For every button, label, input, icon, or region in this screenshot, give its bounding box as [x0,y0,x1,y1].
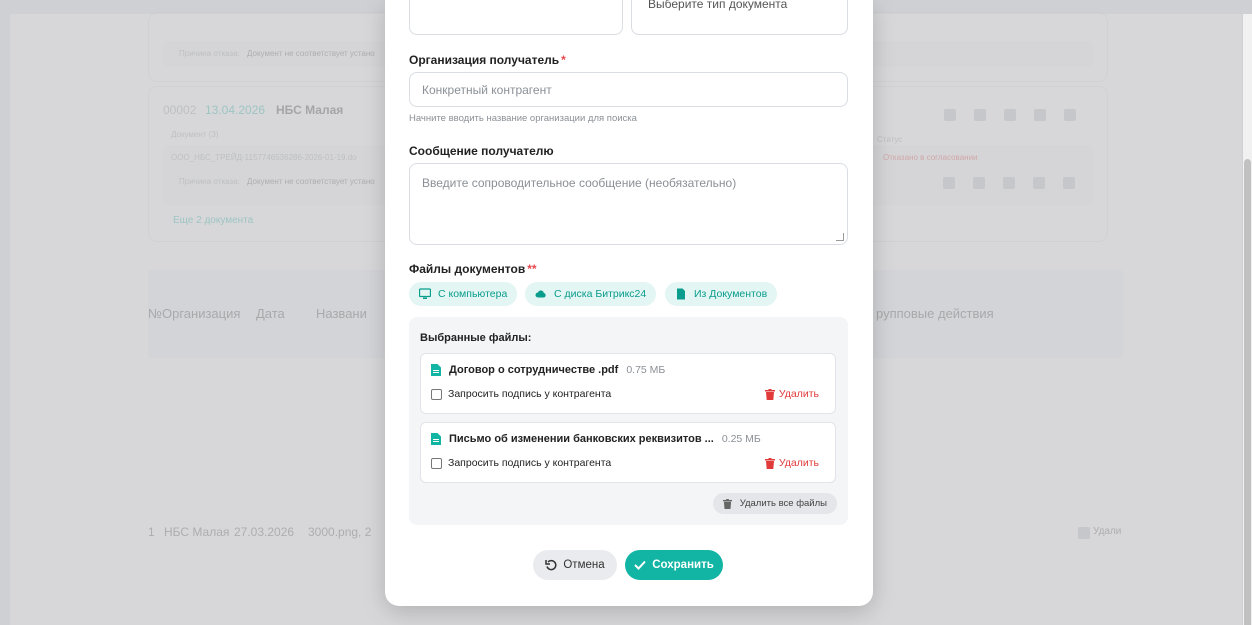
document-type-select[interactable]: Выберите тип документа [631,0,848,35]
resize-handle-icon[interactable] [836,233,844,241]
recipient-org-label: Организация получатель * [409,53,566,67]
trash-icon [764,388,775,400]
scrollbar-thumb[interactable] [1244,159,1251,625]
recipient-org-placeholder: Конкретный контрагент [422,83,552,97]
check-icon [634,560,646,570]
recipient-org-input[interactable]: Конкретный контрагент [409,72,848,107]
cloud-icon [535,290,546,298]
file-name-row: Договор о сотрудничестве .pdf 0.75 МБ [431,364,665,376]
trash-icon [764,457,775,469]
message-textarea[interactable]: Введите сопроводительное сообщение (необ… [409,163,848,245]
upload-from-computer-button[interactable]: С компьютера [409,282,518,306]
request-signature-label[interactable]: Запросить подпись у контрагента [448,388,611,400]
save-label: Сохранить [652,559,714,571]
delete-file-button[interactable]: Удалить [764,457,819,469]
page-scrollbar[interactable] [1243,14,1252,625]
cancel-button[interactable]: Отмена [533,550,617,580]
delete-file-label: Удалить [778,388,819,400]
monitor-icon [419,288,431,299]
upload-from-bitrix-disk-label: С диска Битрикс24 [554,288,647,300]
upload-from-bitrix-disk-button[interactable]: С диска Битрикс24 [525,282,657,306]
delete-file-button[interactable]: Удалить [764,388,819,400]
undo-icon [545,559,557,571]
upload-from-computer-label: С компьютера [438,288,508,300]
cancel-label: Отмена [563,559,605,571]
file-name-row: Письмо об изменении банковских реквизито… [431,433,761,445]
request-signature-checkbox[interactable] [431,457,442,469]
selected-files-panel: Выбранные файлы: Договор о сотрудничеств… [409,317,848,525]
file-icon [431,433,441,445]
delete-all-files-label: Удалить все файлы [739,498,827,509]
file-item: Письмо об изменении банковских реквизито… [420,422,836,483]
previous-field-input[interactable] [409,0,623,35]
document-type-placeholder: Выберите тип документа [648,0,788,11]
upload-from-documents-label: Из Документов [694,288,768,300]
message-label: Сообщение получателю [409,144,554,158]
delete-file-label: Удалить [778,457,819,469]
save-button[interactable]: Сохранить [625,550,723,580]
upload-from-documents-button[interactable]: Из Документов [665,282,778,306]
files-label: Файлы документов ** [409,262,537,276]
file-size: 0.25 МБ [721,433,761,445]
request-signature-checkbox[interactable] [431,388,442,400]
file-name: Договор о сотрудничестве .pdf [449,364,619,376]
request-signature-label[interactable]: Запросить подпись у контрагента [448,457,611,469]
file-icon [431,364,441,376]
send-documents-modal: Выберите тип документа Организация получ… [385,0,873,606]
required-marker: ** [527,262,537,276]
file-size: 0.75 МБ [626,364,666,376]
selected-files-title: Выбранные файлы: [420,332,532,344]
recipient-org-label-text: Организация получатель [409,53,560,67]
message-placeholder: Введите сопроводительное сообщение (необ… [422,176,737,190]
files-label-text: Файлы документов [409,262,526,276]
request-signature-row[interactable]: Запросить подпись у контрагента [431,388,611,400]
request-signature-row[interactable]: Запросить подпись у контрагента [431,457,611,469]
trash-icon [722,498,732,509]
delete-all-files-button[interactable]: Удалить все файлы [712,493,837,514]
recipient-org-hint: Начните вводить название организации для… [409,113,637,124]
file-name: Письмо об изменении банковских реквизито… [449,433,714,445]
file-item: Договор о сотрудничестве .pdf 0.75 МБ За… [420,353,836,414]
required-marker: * [561,53,566,67]
document-icon [677,288,685,300]
